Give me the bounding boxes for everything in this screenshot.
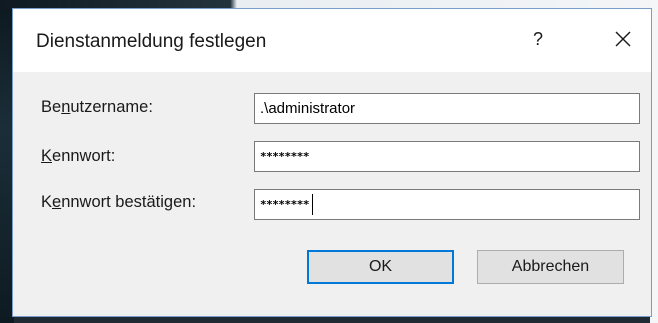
confirm-password-value: ******** bbox=[260, 198, 309, 211]
username-field[interactable]: .\administrator bbox=[254, 93, 640, 124]
password-value: ******** bbox=[260, 150, 309, 163]
service-logon-dialog: Dienstanmeldung festlegen ? Benutzername… bbox=[12, 8, 652, 317]
dialog-titlebar: Dienstanmeldung festlegen ? bbox=[13, 9, 651, 72]
close-icon bbox=[615, 31, 631, 47]
username-label: Benutzername: bbox=[41, 98, 153, 116]
ok-button[interactable]: OK bbox=[307, 250, 454, 284]
cancel-button[interactable]: Abbrechen bbox=[477, 250, 624, 284]
help-button[interactable]: ? bbox=[516, 17, 560, 61]
confirm-password-label: Kennwort bestätigen: bbox=[41, 193, 197, 211]
password-field[interactable]: ******** bbox=[254, 141, 640, 172]
dialog-title: Dienstanmeldung festlegen bbox=[36, 31, 267, 52]
help-icon: ? bbox=[532, 28, 543, 49]
confirm-password-field[interactable]: ******** bbox=[254, 189, 640, 220]
username-value: .\administrator bbox=[260, 100, 356, 117]
close-button[interactable] bbox=[601, 17, 645, 61]
text-caret bbox=[312, 194, 313, 215]
password-label: Kennwort: bbox=[41, 147, 116, 165]
